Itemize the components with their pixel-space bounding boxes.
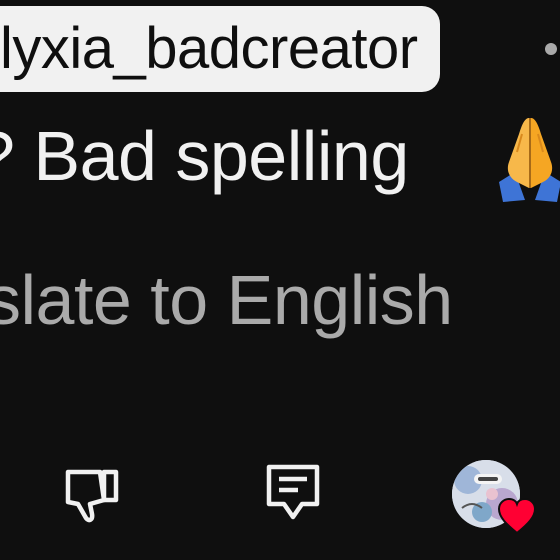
translate-link[interactable]: slate to English (0, 262, 453, 339)
comment-icon[interactable] (264, 462, 322, 522)
comment-author-name[interactable]: lyxia_badcreator (0, 20, 418, 78)
creator-heart-badge (452, 460, 542, 544)
creator-username-chip[interactable]: lyxia_badcreator (0, 6, 440, 92)
separator-dot (545, 43, 557, 55)
heart-icon (497, 497, 537, 535)
comment-body: ? Bad spelling (0, 117, 409, 195)
comment-thread-view: lyxia_badcreator ? Bad spelling slate to… (0, 0, 560, 560)
folded-hands-icon (499, 118, 560, 202)
thumbs-down-icon[interactable] (60, 464, 122, 526)
